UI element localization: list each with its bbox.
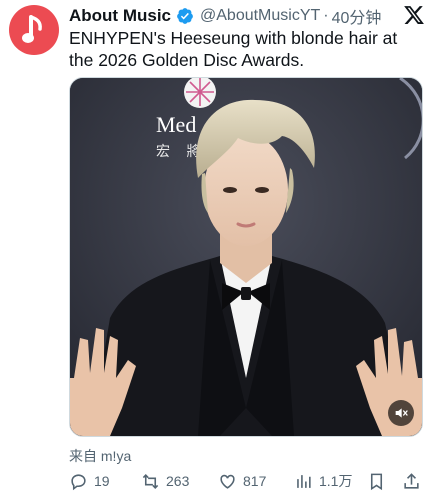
author-handle[interactable]: @AboutMusicYT: [200, 7, 320, 25]
retweet-button[interactable]: 263: [141, 470, 189, 492]
media-photo: Med 宏 將: [70, 78, 422, 436]
retweet-count: 263: [166, 473, 190, 489]
like-count: 817: [243, 473, 267, 489]
verified-badge-icon: [177, 8, 193, 24]
like-button[interactable]: 817: [218, 470, 266, 492]
author-name[interactable]: About Music: [69, 6, 171, 26]
mute-button[interactable]: [388, 400, 414, 426]
music-note-icon: [22, 15, 42, 43]
action-bar: 19 263 817 1.1万: [69, 470, 425, 492]
avatar[interactable]: [9, 5, 59, 55]
views-button[interactable]: 1.1万: [294, 470, 352, 492]
mute-icon: [395, 408, 408, 418]
reply-icon: [71, 473, 86, 490]
like-icon: [220, 474, 235, 489]
tweet-text: ENHYPEN's Heeseung with blonde hair at t…: [69, 28, 398, 70]
tweet-media-video[interactable]: Med 宏 將: [69, 77, 423, 437]
tweet-source: 来自 m!ya: [69, 448, 132, 464]
bookmark-button[interactable]: [367, 470, 392, 492]
reply-count: 19: [94, 473, 110, 489]
x-logo-icon: [404, 6, 424, 24]
views-icon: [297, 474, 311, 488]
separator-dot: ·: [323, 7, 329, 24]
share-button[interactable]: [402, 470, 427, 492]
backdrop-text: Med: [156, 112, 196, 137]
timestamp[interactable]: 40分钟: [332, 4, 382, 28]
views-count: 1.1万: [319, 473, 353, 489]
reply-button[interactable]: 19: [69, 470, 110, 492]
tweet-header: About Music @AboutMusicYT · 40分钟: [69, 4, 425, 28]
share-icon: [404, 472, 419, 489]
bookmark-icon: [370, 473, 383, 490]
retweet-icon: [142, 473, 159, 489]
